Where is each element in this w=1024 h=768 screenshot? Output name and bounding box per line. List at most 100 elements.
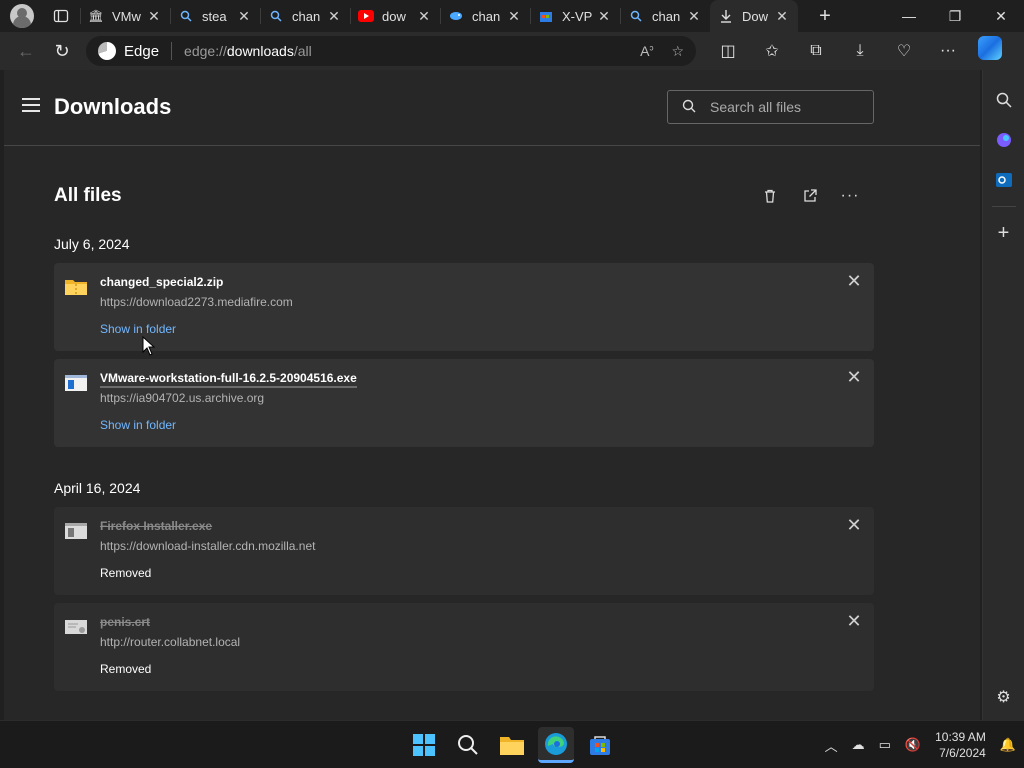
profile-avatar[interactable] bbox=[10, 4, 34, 28]
system-clock[interactable]: 10:39 AM 7/6/2024 bbox=[935, 729, 986, 761]
remove-item-icon[interactable]: ✕ bbox=[846, 516, 862, 534]
url-scheme: edge:// bbox=[184, 43, 227, 59]
address-bar[interactable]: Edge edge://downloads/all Aↄ ☆ bbox=[86, 36, 696, 66]
url-host: downloads bbox=[226, 43, 294, 59]
more-actions-icon[interactable]: ··· bbox=[839, 185, 861, 207]
tab-bar: 🏛 VMw ✕ stea ✕ chan ✕ dow ✕ chan ✕ X-VP … bbox=[0, 0, 1024, 32]
section-title: All files bbox=[54, 185, 122, 206]
file-name[interactable]: changed_special2.zip bbox=[100, 275, 223, 289]
show-in-folder-link[interactable]: Show in folder bbox=[100, 418, 176, 432]
volume-muted-icon[interactable]: 🔇 bbox=[905, 737, 921, 753]
clock-date: 7/6/2024 bbox=[939, 746, 986, 760]
youtube-icon bbox=[358, 8, 374, 24]
windows-taskbar: ︿ ☁ ▭ 🔇 10:39 AM 7/6/2024 🔔 bbox=[0, 720, 1024, 768]
back-button[interactable]: ← bbox=[8, 36, 44, 66]
download-item: penis.crt http://router.collabnet.local … bbox=[54, 603, 874, 691]
folder-zip-icon bbox=[64, 277, 88, 297]
downloads-icon[interactable]: ⤓ bbox=[838, 36, 882, 66]
tab-steam-search[interactable]: stea ✕ bbox=[170, 0, 260, 32]
edge-logo-icon bbox=[98, 42, 116, 60]
date-heading: July 6, 2024 bbox=[54, 236, 130, 252]
delete-all-icon[interactable] bbox=[759, 185, 781, 207]
refresh-button[interactable]: ↻ bbox=[44, 36, 80, 66]
favorite-star-icon[interactable]: ☆ bbox=[671, 43, 684, 60]
close-window-button[interactable]: ✕ bbox=[978, 0, 1024, 32]
file-name: penis.crt bbox=[100, 615, 151, 629]
edge-taskbar-icon[interactable] bbox=[538, 727, 574, 763]
removed-status: Removed bbox=[100, 662, 152, 676]
file-explorer-icon[interactable] bbox=[494, 727, 530, 763]
remove-item-icon[interactable]: ✕ bbox=[846, 368, 862, 386]
tab-vmware[interactable]: 🏛 VMw ✕ bbox=[80, 0, 170, 32]
downloads-header: Downloads Search all files bbox=[4, 70, 980, 146]
split-screen-icon[interactable]: ◫ bbox=[706, 36, 750, 66]
network-icon[interactable]: ▭ bbox=[879, 737, 891, 753]
search-icon bbox=[682, 99, 696, 116]
notification-bell-icon[interactable]: 🔔 bbox=[1000, 737, 1016, 753]
cloud-offline-icon[interactable]: ☁ bbox=[852, 737, 865, 753]
tab-chan-2[interactable]: chan ✕ bbox=[440, 0, 530, 32]
favorites-icon[interactable]: ✩ bbox=[750, 36, 794, 66]
store-icon bbox=[538, 8, 554, 24]
tab-chan-search-1[interactable]: chan ✕ bbox=[260, 0, 350, 32]
close-tab-icon[interactable]: ✕ bbox=[146, 8, 162, 25]
archive-icon: 🏛 bbox=[88, 9, 104, 23]
copilot-icon[interactable] bbox=[978, 36, 1002, 60]
edge-sidebar: + ⚙ bbox=[982, 70, 1024, 720]
search-input[interactable]: Search all files bbox=[667, 90, 874, 124]
tab-chan-search-3[interactable]: chan ✕ bbox=[620, 0, 710, 32]
search-icon[interactable] bbox=[989, 85, 1019, 115]
file-source: https://download2273.mediafire.com bbox=[100, 295, 293, 309]
search-icon bbox=[628, 8, 644, 24]
divider bbox=[991, 206, 1016, 207]
close-tab-icon[interactable]: ✕ bbox=[236, 8, 252, 25]
restore-button[interactable]: ❐ bbox=[932, 0, 978, 32]
more-options-icon[interactable]: ··· bbox=[926, 36, 970, 66]
chevron-up-icon[interactable]: ︿ bbox=[825, 736, 838, 755]
page-title: Downloads bbox=[54, 94, 172, 119]
certificate-icon bbox=[64, 617, 88, 637]
close-tab-icon[interactable]: ✕ bbox=[686, 8, 702, 25]
taskbar-search-icon[interactable] bbox=[450, 727, 486, 763]
outlook-icon[interactable] bbox=[989, 165, 1019, 195]
download-item: changed_special2.zip https://download227… bbox=[54, 263, 874, 351]
close-tab-icon[interactable]: ✕ bbox=[596, 8, 612, 25]
download-item: VMware-workstation-full-16.2.5-20904516.… bbox=[54, 359, 874, 447]
file-name[interactable]: VMware-workstation-full-16.2.5-20904516.… bbox=[100, 371, 357, 388]
fish-icon bbox=[448, 8, 464, 24]
tab-xvp[interactable]: X-VP ✕ bbox=[530, 0, 620, 32]
clock-time: 10:39 AM bbox=[935, 730, 986, 744]
removed-status: Removed bbox=[100, 566, 152, 580]
search-icon bbox=[268, 8, 284, 24]
close-tab-icon[interactable]: ✕ bbox=[506, 8, 522, 25]
address-bar-row: ← ↻ Edge edge://downloads/all Aↄ ☆ ◫ ✩ ⧉… bbox=[0, 32, 1024, 70]
tab-actions-icon[interactable] bbox=[50, 5, 72, 27]
browser-brand-label: Edge bbox=[124, 42, 160, 60]
show-in-folder-link[interactable]: Show in folder bbox=[100, 322, 176, 336]
installer-icon bbox=[64, 521, 88, 541]
open-downloads-folder-icon[interactable] bbox=[799, 185, 821, 207]
file-source: http://router.collabnet.local bbox=[100, 635, 241, 649]
microsoft-store-icon[interactable] bbox=[582, 727, 618, 763]
sidebar-settings-icon[interactable]: ⚙ bbox=[989, 682, 1019, 712]
collections-icon[interactable]: ⧉ bbox=[794, 36, 838, 66]
mouse-cursor-icon bbox=[142, 335, 156, 361]
new-tab-button[interactable]: + bbox=[810, 5, 840, 28]
tab-downloads[interactable]: Dow ✕ bbox=[710, 0, 798, 32]
close-tab-icon[interactable]: ✕ bbox=[774, 8, 790, 25]
search-icon bbox=[178, 8, 194, 24]
add-sidebar-app-icon[interactable]: + bbox=[989, 218, 1019, 248]
remove-item-icon[interactable]: ✕ bbox=[846, 272, 862, 290]
browser-essentials-icon[interactable]: ♡ bbox=[882, 36, 926, 66]
remove-item-icon[interactable]: ✕ bbox=[846, 612, 862, 630]
date-heading: April 16, 2024 bbox=[54, 480, 141, 496]
read-aloud-icon[interactable]: Aↄ bbox=[640, 43, 653, 60]
start-button[interactable] bbox=[406, 727, 442, 763]
menu-icon[interactable] bbox=[22, 98, 40, 114]
tab-youtube[interactable]: dow ✕ bbox=[350, 0, 440, 32]
close-tab-icon[interactable]: ✕ bbox=[326, 8, 342, 25]
divider bbox=[171, 42, 173, 60]
copilot-sidebar-icon[interactable] bbox=[989, 125, 1019, 155]
minimize-button[interactable]: — bbox=[886, 0, 932, 32]
close-tab-icon[interactable]: ✕ bbox=[416, 8, 432, 25]
